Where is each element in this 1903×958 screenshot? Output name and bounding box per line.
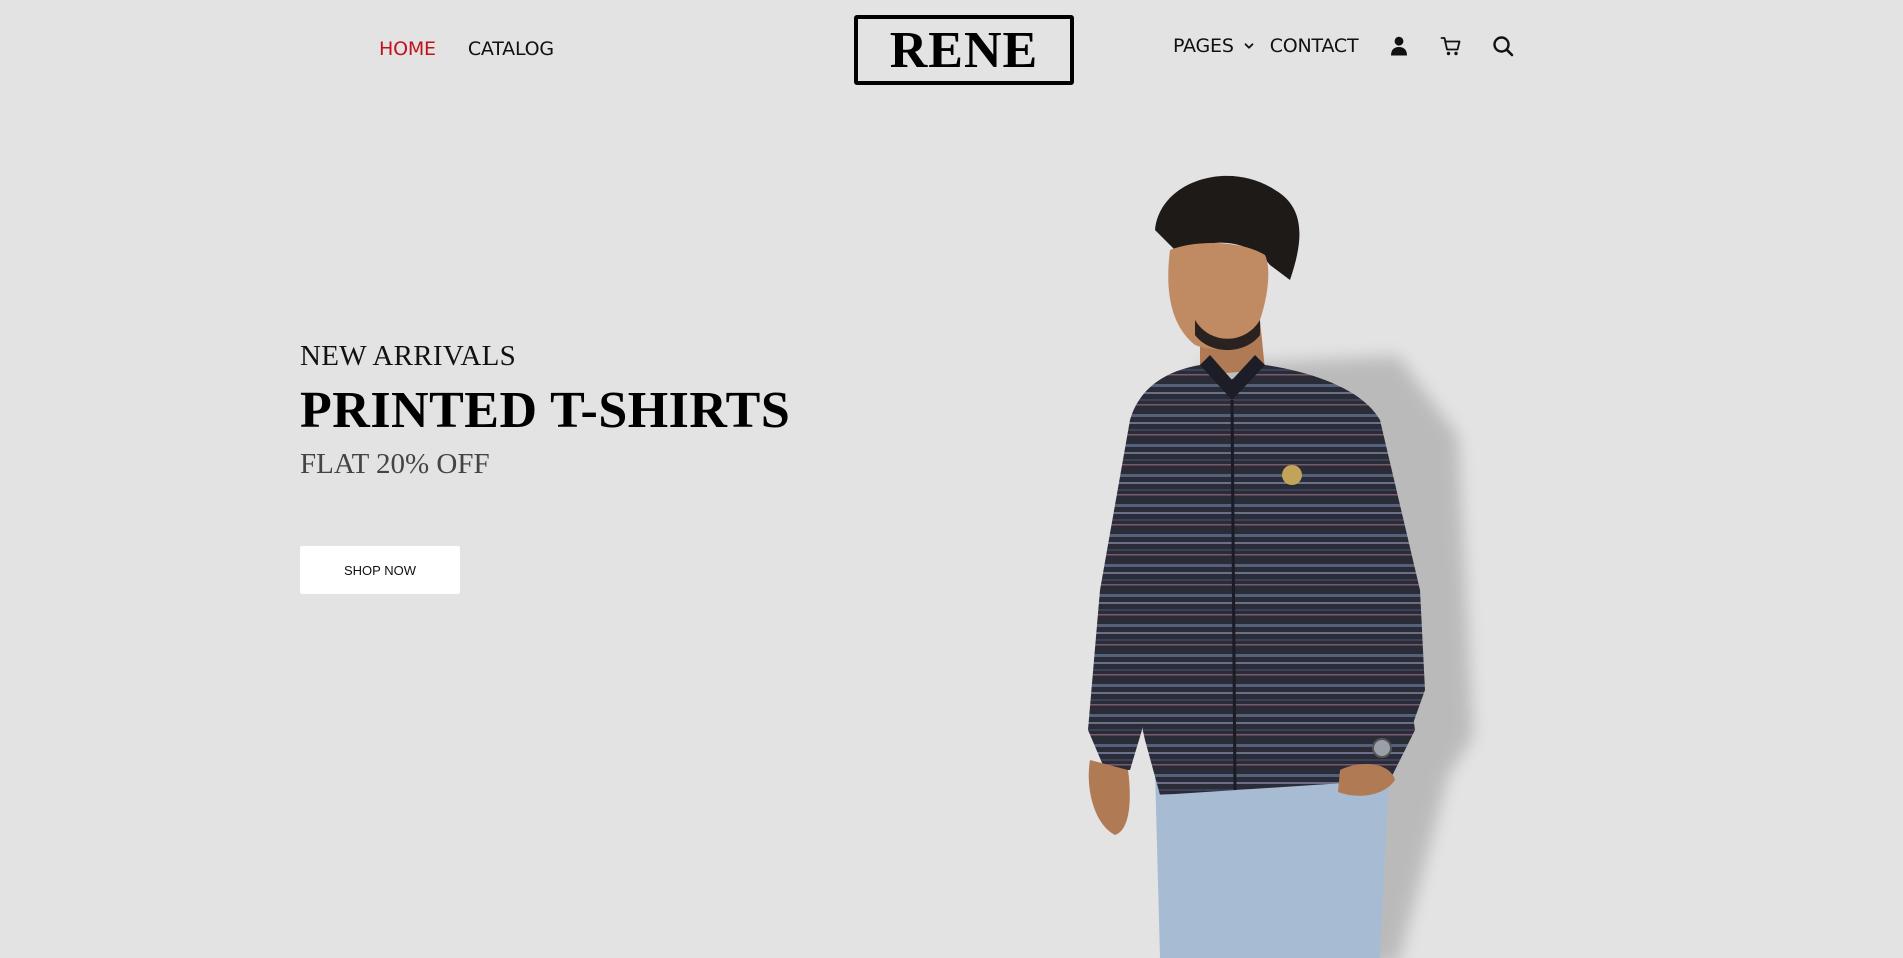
nav-contact-link[interactable]: CONTACT (1270, 35, 1359, 57)
nav-pages-link[interactable]: PAGES (1173, 35, 1234, 57)
nav-home-link[interactable]: HOME (379, 38, 436, 60)
chevron-down-icon (1243, 40, 1255, 52)
secondary-nav: PAGES CONTACT (1173, 34, 1515, 58)
nav-catalog-link[interactable]: CATALOG (468, 38, 554, 60)
user-icon[interactable] (1387, 34, 1411, 58)
primary-nav: HOME CATALOG (379, 38, 554, 60)
hero-headline: PRINTED T-SHIRTS (300, 382, 791, 439)
cart-icon[interactable] (1439, 34, 1463, 58)
hero-text-block: NEW ARRIVALS PRINTED T-SHIRTS FLAT 20% O… (300, 340, 790, 481)
model-image (1060, 170, 1500, 958)
pages-dropdown[interactable]: PAGES (1173, 35, 1255, 57)
shop-now-button[interactable]: SHOP NOW (300, 546, 460, 594)
search-icon[interactable] (1491, 34, 1515, 58)
hero-offer: FLAT 20% OFF (300, 448, 490, 480)
site-logo[interactable]: RENE (854, 15, 1074, 85)
hero-eyebrow: NEW ARRIVALS (300, 340, 517, 372)
